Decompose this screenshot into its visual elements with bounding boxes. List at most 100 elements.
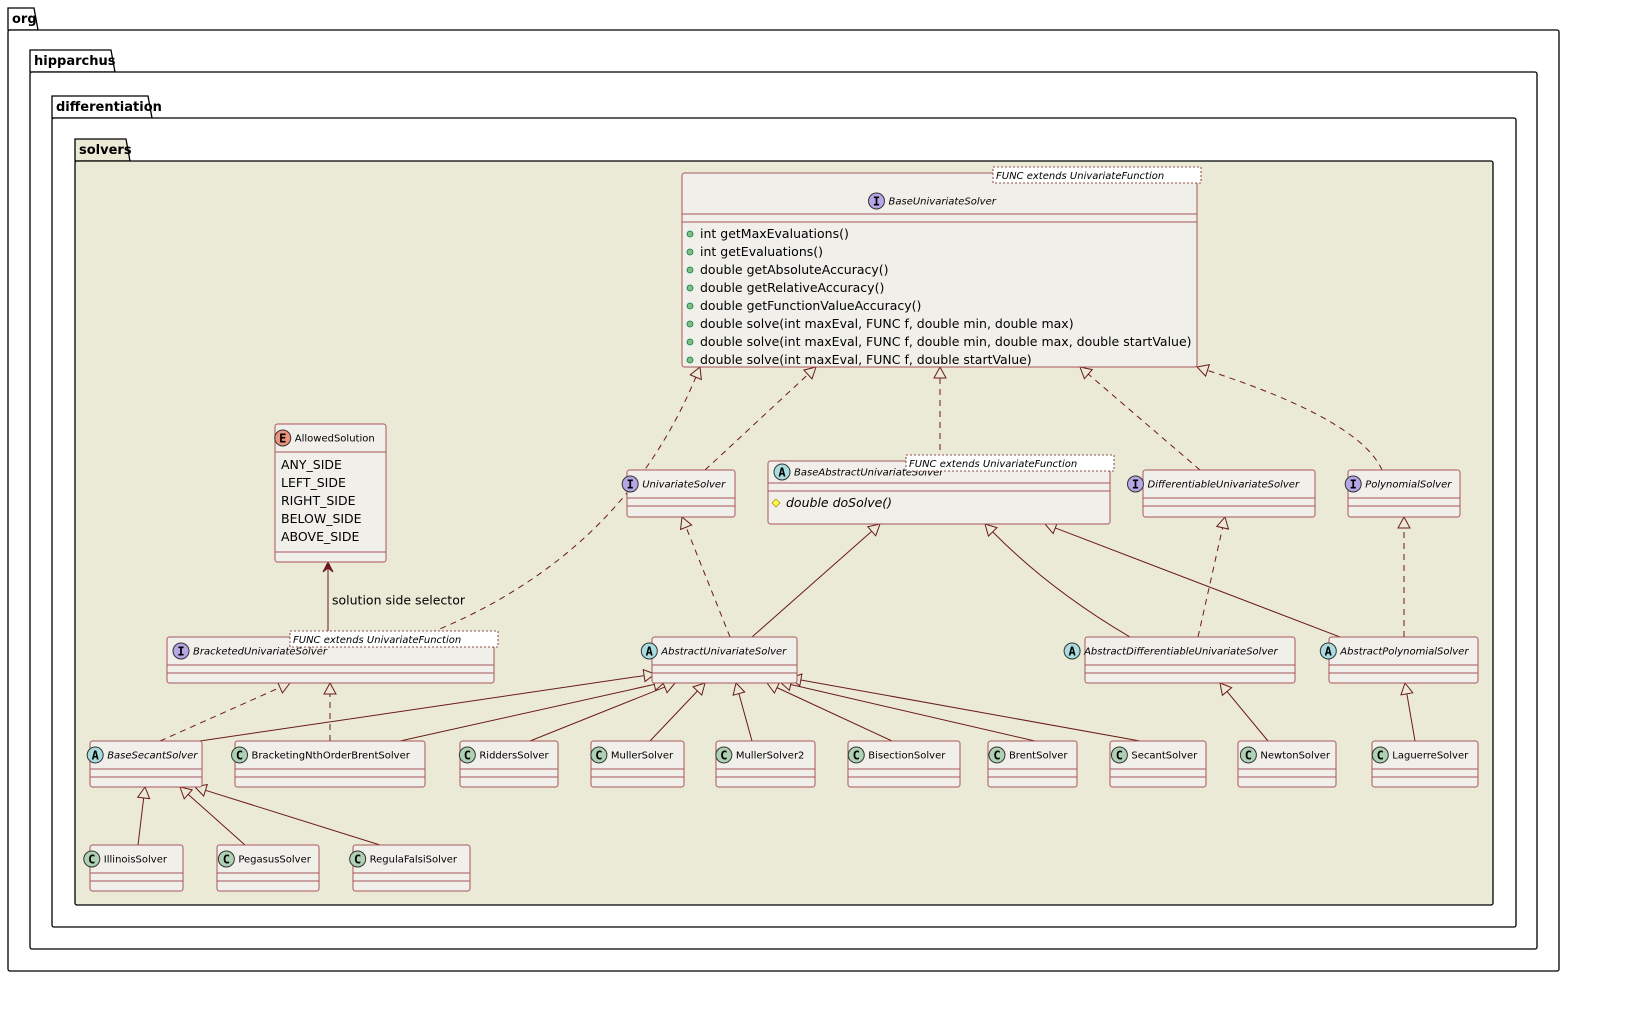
class-MullerSolver2[interactable]: C MullerSolver2 [715,740,816,788]
class-icon: C [715,746,733,764]
class-RiddersSolver[interactable]: C RiddersSolver [458,740,559,788]
svg-text:I: I [177,645,184,659]
uml-class-diagram: org hipparchus differentiation solvers solu… [7,7,1560,972]
package-label: hipparchus [34,54,116,69]
package-label: solvers [79,143,132,158]
class-name: PolynomialSolver [1365,480,1452,491]
class-BaseSecantSolver[interactable]: A BaseSecantSolver [86,740,203,788]
class-box [1371,740,1479,788]
enum-value: LEFT_SIDE [281,475,346,490]
class-AbstractPolynomialSolver[interactable]: A AbstractPolynomialSolver [1319,636,1479,684]
class-icon: C [590,746,608,764]
public-visibility-icon [686,338,694,346]
class-name: MullerSolver [611,751,674,762]
class-name: BrentSolver [1009,751,1068,762]
svg-text:C: C [993,749,1000,763]
svg-text:C: C [88,853,95,867]
abstract-icon: A [773,463,791,481]
class-BracketedUnivariateSolver[interactable]: I BracketedUnivariateSolverFUNC extends U… [166,630,499,684]
class-icon: C [988,746,1006,764]
class-name: UnivariateSolver [642,480,726,491]
class-name: BracketingNthOrderBrentSolver [252,751,411,762]
svg-text:A: A [1325,645,1333,659]
class-BrentSolver[interactable]: C BrentSolver [987,740,1078,788]
class-name: RiddersSolver [479,751,549,762]
class-name: IllinoisSolver [104,855,168,866]
svg-text:I: I [1132,478,1139,492]
svg-text:E: E [279,432,286,446]
method: double solve(int maxEval, FUNC f, double… [700,334,1192,349]
public-visibility-icon [686,266,694,274]
abstract-icon: A [86,746,104,764]
class-PegasusSolver[interactable]: C PegasusSolver [216,844,320,892]
enum-value: RIGHT_SIDE [281,493,356,508]
class-box [1084,636,1296,684]
class-BracketingNthOrderBrentSolver[interactable]: C BracketingNthOrderBrentSolver [231,740,426,788]
public-visibility-icon [686,230,694,238]
svg-text:C: C [720,749,727,763]
edge-label: solution side selector [332,593,466,608]
package-label: org [12,12,37,27]
class-box [715,740,816,788]
class-box [1347,469,1461,518]
class-icon: C [217,850,235,868]
class-BaseAbstractUnivariateSolver[interactable]: A BaseAbstractUnivariateSolverFUNC extend… [767,454,1115,525]
svg-text:C: C [1245,749,1252,763]
class-name: AbstractDifferentiableUnivariateSolver [1083,647,1278,658]
class-box [89,740,203,788]
class-icon: C [83,850,101,868]
class-MullerSolver[interactable]: C MullerSolver [590,740,685,788]
class-DifferentiableUnivariateSolver[interactable]: I DifferentiableUnivariateSolver [1127,469,1316,518]
svg-text:C: C [236,749,243,763]
method: double getAbsoluteAccuracy() [700,262,889,277]
class-AbstractUnivariateSolver[interactable]: A AbstractUnivariateSolver [640,636,798,684]
svg-text:I: I [873,195,880,209]
class-PolynomialSolver[interactable]: I PolynomialSolver [1344,469,1461,518]
class-RegulaFalsiSolver[interactable]: C RegulaFalsiSolver [349,844,471,892]
class-BisectionSolver[interactable]: C BisectionSolver [847,740,961,788]
interface-icon: I [621,475,639,493]
enum-value: ANY_SIDE [281,457,342,472]
svg-text:C: C [595,749,602,763]
class-name: AllowedSolution [295,434,375,445]
class-icon: C [1239,746,1257,764]
svg-text:C: C [354,853,361,867]
method: double getRelativeAccuracy() [700,280,884,295]
interface-icon: I [868,192,885,210]
class-box [590,740,685,788]
method: double solve(int maxEval, FUNC f, double… [700,352,1032,367]
interface-icon: I [1344,475,1362,493]
class-AbstractDifferentiableUnivariateSolver[interactable]: A AbstractDifferentiableUnivariateSolver [1063,636,1296,684]
class-box [352,844,471,892]
class-name: MullerSolver2 [736,751,805,762]
class-icon: C [349,850,367,868]
method: int getMaxEvaluations() [700,226,849,241]
class-icon: C [1110,746,1128,764]
class-box [459,740,559,788]
class-icon: C [231,746,249,764]
class-box [1109,740,1207,788]
class-BaseUnivariateSolver[interactable]: I BaseUnivariateSolver FUNC extends Univar… [681,166,1202,368]
svg-text:I: I [627,478,634,492]
enum-value: BELOW_SIDE [281,511,362,526]
abstract-icon: A [640,642,658,660]
svg-text:C: C [1377,749,1384,763]
method: int getEvaluations() [700,244,823,259]
class-LaguerreSolver[interactable]: C LaguerreSolver [1371,740,1479,788]
package-label: differentiation [56,100,162,115]
svg-text:C: C [853,749,860,763]
class-box [89,844,184,892]
method: double solve(int maxEval, FUNC f, double… [700,316,1074,331]
svg-text:A: A [646,645,654,659]
generic-parameter: FUNC extends UnivariateFunction [293,635,461,646]
class-SecantSolver[interactable]: C SecantSolver [1109,740,1207,788]
generic-parameter: FUNC extends UnivariateFunction [996,171,1164,182]
public-visibility-icon [686,356,694,364]
class-name: BisectionSolver [868,751,946,762]
class-UnivariateSolver[interactable]: I UnivariateSolver [621,469,736,518]
class-box [847,740,961,788]
class-IllinoisSolver[interactable]: C IllinoisSolver [83,844,184,892]
class-AllowedSolution[interactable]: E AllowedSolution ANY_SIDE LEFT_SIDE RIGHT_S… [274,423,387,563]
class-name: NewtonSolver [1260,751,1331,762]
class-NewtonSolver[interactable]: C NewtonSolver [1237,740,1337,788]
